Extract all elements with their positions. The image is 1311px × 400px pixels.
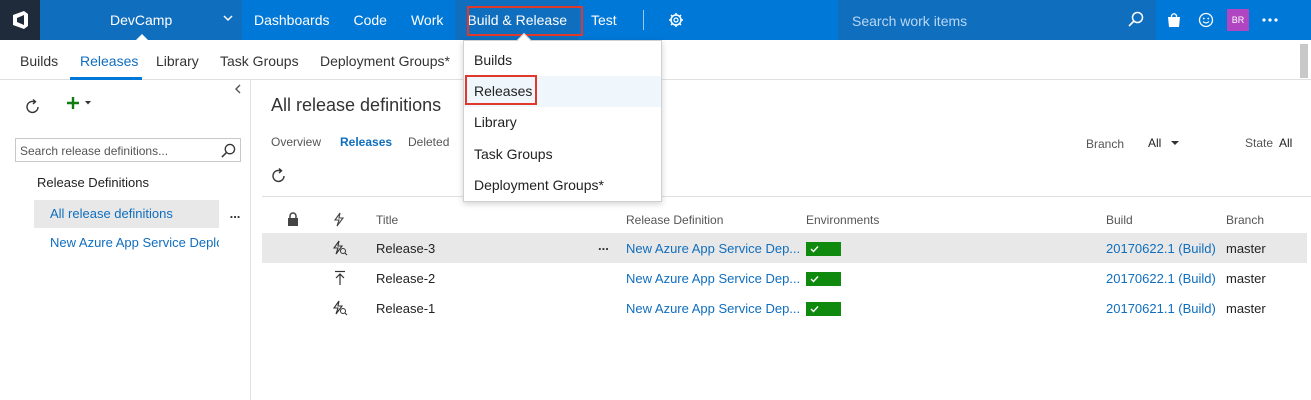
avatar: BR — [1227, 9, 1249, 31]
caret-down-icon — [1171, 141, 1180, 145]
release-definition-link[interactable]: New Azure App Service Dep... — [626, 241, 800, 256]
highlight-releases — [465, 75, 537, 105]
definitions-panel: Search release definitions... Release De… — [0, 80, 251, 400]
search-box[interactable]: Search work items — [838, 0, 1156, 40]
menu-item-library[interactable]: Library — [464, 107, 661, 138]
checkmark-icon — [810, 306, 819, 313]
search-placeholder: Search work items — [852, 13, 968, 29]
checkmark-icon — [810, 246, 819, 253]
release-definition-link[interactable]: New Azure App Service Dep... — [626, 301, 800, 316]
release-title[interactable]: Release-2 — [376, 271, 435, 286]
build-link[interactable]: 20170622.1 (Build) — [1106, 271, 1216, 286]
trigger-column-icon — [333, 212, 345, 230]
branch-filter-label: Branch — [1086, 137, 1125, 151]
search-icon[interactable] — [1128, 11, 1144, 30]
build-link[interactable]: 20170622.1 (Build) — [1106, 241, 1216, 256]
table-row[interactable]: Release-1 New Azure App Service Dep... 2… — [262, 293, 1307, 323]
checkmark-icon — [810, 276, 819, 283]
smiley-feedback-icon[interactable] — [1190, 0, 1222, 40]
branch-name: master — [1226, 301, 1266, 316]
menu-item-task-groups[interactable]: Task Groups — [464, 139, 661, 170]
pivot-releases[interactable]: Releases — [340, 135, 392, 149]
release-title[interactable]: Release-1 — [376, 301, 435, 316]
more-actions-button[interactable]: ... — [222, 200, 248, 228]
pivot-overview[interactable]: Overview — [271, 135, 321, 149]
environment-status-badge[interactable] — [806, 272, 841, 286]
column-title[interactable]: Title — [376, 213, 398, 227]
user-avatar-button[interactable]: BR — [1222, 0, 1254, 40]
page-title: All release definitions — [271, 95, 442, 115]
refresh-icon[interactable] — [270, 167, 288, 188]
definition-search-input[interactable]: Search release definitions... — [15, 138, 241, 162]
environment-status-badge[interactable] — [806, 242, 841, 256]
nav-work[interactable]: Work — [399, 0, 455, 40]
tab-builds[interactable]: Builds — [20, 53, 58, 69]
manual-release-icon — [332, 270, 348, 289]
marketplace-bag-icon[interactable] — [1158, 0, 1190, 40]
definition-item-all[interactable]: All release definitions — [34, 200, 219, 228]
column-release-definition[interactable]: Release Definition — [626, 213, 723, 227]
lock-column-icon — [287, 212, 299, 229]
vsts-logo-icon[interactable] — [0, 0, 40, 40]
vertical-scrollbar[interactable] — [1300, 44, 1308, 78]
nav-test[interactable]: Test — [579, 0, 629, 40]
collapse-panel-icon[interactable] — [234, 83, 242, 97]
table-row[interactable]: Release-2 New Azure App Service Dep... 2… — [262, 263, 1307, 293]
release-title[interactable]: Release-3 — [376, 241, 435, 256]
tab-releases[interactable]: Releases — [80, 53, 138, 69]
project-name: DevCamp — [110, 12, 173, 28]
pivot-deleted[interactable]: Deleted — [408, 135, 449, 149]
nav-dashboards[interactable]: Dashboards — [242, 0, 342, 40]
continuous-deployment-icon — [332, 300, 348, 319]
branch-name: master — [1226, 271, 1266, 286]
top-bar: DevCamp Dashboards Code Work Build & Rel… — [0, 0, 1311, 40]
caret-down-icon — [85, 101, 91, 105]
environment-status-badge[interactable] — [806, 302, 841, 316]
menu-item-deployment-groups[interactable]: Deployment Groups* — [464, 170, 661, 201]
nav-code[interactable]: Code — [342, 0, 399, 40]
tab-library[interactable]: Library — [156, 53, 199, 69]
highlight-build-release — [467, 6, 583, 36]
state-filter-dropdown[interactable]: All — [1279, 136, 1292, 150]
column-build[interactable]: Build — [1106, 213, 1133, 227]
nav-separator — [642, 10, 644, 30]
build-release-menu: Builds Releases Library Task Groups Depl… — [463, 32, 662, 202]
table-row[interactable]: Release-3 ... New Azure App Service Dep.… — [262, 233, 1307, 263]
branch-filter-dropdown[interactable]: All — [1148, 136, 1181, 150]
add-definition-button[interactable] — [66, 96, 93, 110]
toolbar-divider — [262, 196, 1311, 197]
chevron-down-icon — [222, 12, 234, 27]
row-more-button[interactable]: ... — [598, 238, 609, 253]
release-definition-link[interactable]: New Azure App Service Dep... — [626, 271, 800, 286]
branch-filter-value: All — [1148, 136, 1162, 150]
definition-item-azure-app-service[interactable]: New Azure App Service Deploym... — [34, 229, 219, 257]
definition-search-placeholder: Search release definitions... — [20, 144, 169, 158]
release-definitions-heading: Release Definitions — [37, 175, 150, 190]
column-environments[interactable]: Environments — [806, 213, 879, 227]
header-actions: BR — [1158, 0, 1286, 40]
branch-name: master — [1226, 241, 1266, 256]
continuous-deployment-icon — [332, 240, 348, 259]
column-branch[interactable]: Branch — [1226, 213, 1264, 227]
tab-task-groups[interactable]: Task Groups — [220, 53, 299, 69]
build-link[interactable]: 20170621.1 (Build) — [1106, 301, 1216, 316]
search-icon[interactable] — [221, 143, 236, 161]
tab-deployment-groups[interactable]: Deployment Groups* — [320, 53, 450, 69]
state-filter-label: State — [1245, 136, 1274, 150]
more-horizontal-icon[interactable] — [1254, 0, 1286, 40]
menu-item-builds[interactable]: Builds — [464, 45, 661, 76]
project-selector[interactable]: DevCamp — [40, 0, 242, 40]
refresh-icon[interactable] — [24, 98, 42, 119]
gear-icon[interactable] — [658, 0, 694, 40]
plus-icon — [67, 97, 79, 109]
